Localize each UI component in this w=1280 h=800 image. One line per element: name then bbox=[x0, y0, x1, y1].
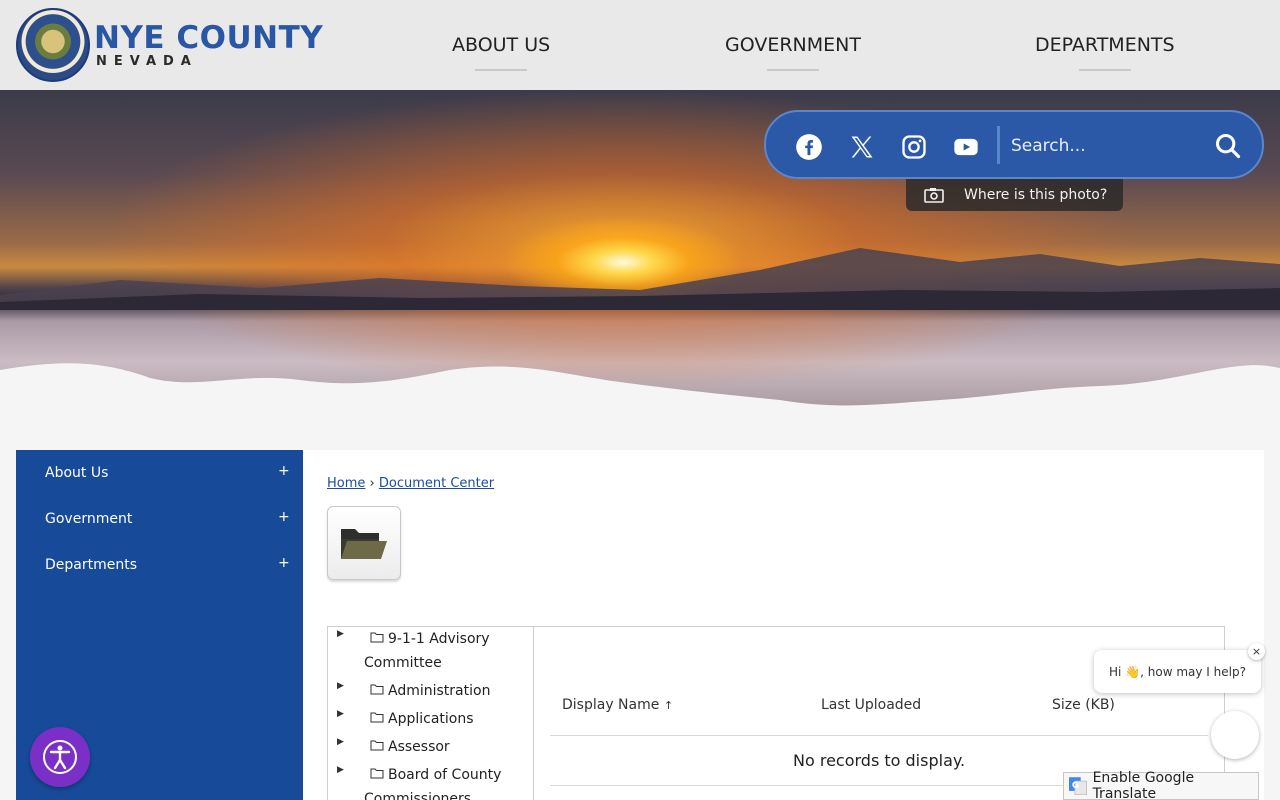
facebook-icon[interactable] bbox=[794, 132, 824, 162]
column-label: Display Name bbox=[562, 697, 660, 713]
mountain-silhouette bbox=[0, 248, 1280, 310]
tree-item-label-line2: Committee bbox=[364, 655, 442, 671]
sidebar-item-label: About Us bbox=[45, 465, 109, 481]
open-folder-button[interactable] bbox=[327, 506, 401, 580]
photo-tab-label: Where is this photo? bbox=[964, 187, 1108, 203]
chat-close-icon[interactable]: × bbox=[1248, 643, 1265, 660]
expand-arrow-icon[interactable]: ▶ bbox=[337, 681, 344, 691]
instagram-icon[interactable] bbox=[899, 132, 929, 162]
google-translate-button[interactable]: G Enable Google Translate bbox=[1063, 770, 1259, 800]
column-display-name[interactable]: Display Name ↑ bbox=[562, 697, 673, 713]
sidebar-item-about-us[interactable]: About Us + bbox=[16, 450, 303, 496]
folder-tree: ▶ 9-1-1 Advisory Committee ▶ Administrat… bbox=[328, 627, 534, 800]
accessibility-icon bbox=[43, 740, 77, 774]
bar-divider bbox=[997, 126, 1000, 164]
open-folder-icon bbox=[341, 529, 387, 559]
breadcrumb-home[interactable]: Home bbox=[327, 476, 365, 491]
breadcrumb-document-center[interactable]: Document Center bbox=[379, 476, 494, 491]
wave-divider bbox=[0, 363, 1280, 430]
chat-launcher-button[interactable] bbox=[1211, 711, 1259, 759]
camera-icon bbox=[924, 188, 944, 203]
tree-item-label: Applications bbox=[388, 711, 474, 727]
social-search-bar bbox=[764, 110, 1264, 179]
site-logo[interactable]: NYE COUNTY NEVADA bbox=[16, 8, 323, 82]
where-is-this-photo-button[interactable]: Where is this photo? bbox=[906, 179, 1123, 211]
svg-text:G: G bbox=[1072, 781, 1079, 791]
expand-icon[interactable]: + bbox=[278, 463, 290, 479]
folder-icon bbox=[370, 684, 384, 695]
sort-arrow-icon: ↑ bbox=[663, 699, 674, 712]
nav-about-us[interactable]: ABOUT US bbox=[452, 34, 550, 56]
tree-item-label: 9-1-1 Advisory bbox=[388, 631, 490, 647]
grid-divider bbox=[550, 735, 1208, 736]
breadcrumb: Home › Document Center bbox=[327, 476, 494, 491]
sidebar-item-label: Government bbox=[45, 511, 133, 527]
logo-subtitle: NEVADA bbox=[96, 53, 198, 69]
youtube-icon[interactable] bbox=[951, 132, 981, 162]
translate-label: Enable Google Translate bbox=[1092, 770, 1195, 800]
column-last-uploaded[interactable]: Last Uploaded bbox=[821, 697, 921, 713]
tree-item-label: Administration bbox=[388, 683, 491, 699]
chat-greeting-text: Hi 👋, how may I help? bbox=[1109, 664, 1246, 679]
expand-arrow-icon[interactable]: ▶ bbox=[337, 737, 344, 747]
x-twitter-icon[interactable] bbox=[847, 132, 877, 162]
expand-arrow-icon[interactable]: ▶ bbox=[337, 629, 344, 639]
expand-icon[interactable]: + bbox=[278, 509, 290, 525]
accessibility-button[interactable] bbox=[30, 727, 90, 787]
chat-greeting-bubble[interactable]: Hi 👋, how may I help? bbox=[1094, 650, 1261, 693]
expand-icon[interactable]: + bbox=[278, 555, 290, 571]
google-translate-icon: G bbox=[1069, 777, 1087, 795]
main-content: Home › Document Center ▶ 9-1-1 Advisory … bbox=[303, 450, 1264, 800]
nav-government[interactable]: GOVERNMENT bbox=[725, 34, 861, 56]
empty-message: No records to display. bbox=[793, 751, 966, 770]
nav-departments[interactable]: DEPARTMENTS bbox=[1035, 34, 1175, 56]
tree-item-label: Assessor bbox=[388, 739, 450, 755]
folder-icon bbox=[370, 632, 384, 643]
logo-title: NYE COUNTY bbox=[94, 19, 324, 56]
search-icon bbox=[1215, 133, 1241, 159]
site-header: NYE COUNTY NEVADA ABOUT US GOVERNMENT DE… bbox=[0, 0, 1280, 90]
breadcrumb-separator: › bbox=[369, 476, 375, 491]
folder-icon bbox=[370, 768, 384, 779]
folder-icon bbox=[370, 740, 384, 751]
sidebar-item-label: Departments bbox=[45, 557, 138, 573]
folder-icon bbox=[370, 712, 384, 723]
expand-arrow-icon[interactable]: ▶ bbox=[337, 765, 344, 775]
sidebar-item-government[interactable]: Government + bbox=[16, 496, 303, 542]
tree-item-label: Board of County bbox=[388, 767, 502, 783]
search-button[interactable] bbox=[1212, 130, 1244, 162]
county-seal-icon bbox=[16, 8, 90, 82]
search-input[interactable] bbox=[1011, 128, 1201, 164]
column-size[interactable]: Size (KB) bbox=[1052, 697, 1115, 713]
expand-arrow-icon[interactable]: ▶ bbox=[337, 709, 344, 719]
tree-item-label-line2: Commissioners bbox=[364, 791, 472, 800]
sidebar-item-departments[interactable]: Departments + bbox=[16, 542, 303, 588]
